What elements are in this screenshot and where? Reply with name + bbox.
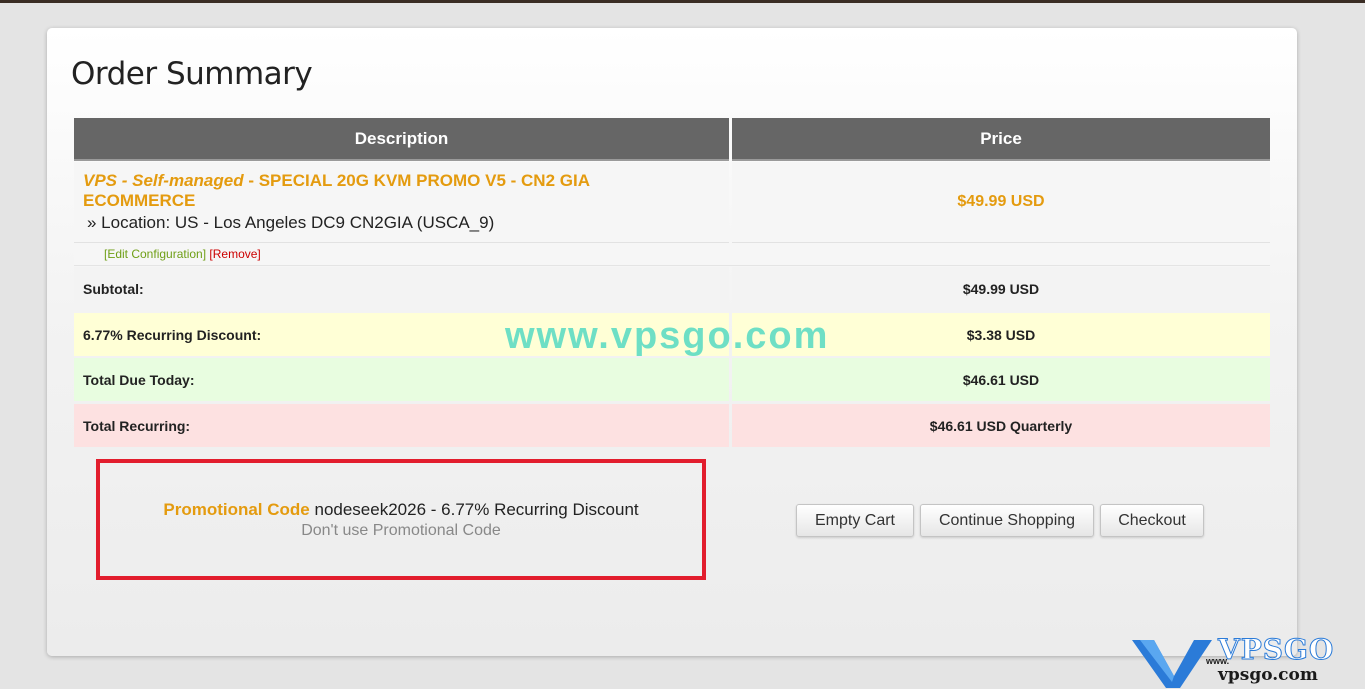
- promo-code-line: Promotional Code nodeseek2026 - 6.77% Re…: [163, 500, 638, 520]
- promo-code-detail: nodeseek2026 - 6.77% Recurring Discount: [309, 499, 639, 519]
- total-recurring-row: Total Recurring: $46.61 USD Quarterly: [74, 404, 1270, 447]
- product-description-cell: VPS - Self-managed - SPECIAL 20G KVM PRO…: [74, 162, 729, 243]
- product-group: VPS - Self-managed: [83, 171, 244, 190]
- empty-cart-button[interactable]: Empty Cart: [796, 504, 914, 537]
- promo-code-highlight-box: Promotional Code nodeseek2026 - 6.77% Re…: [96, 459, 706, 580]
- product-location: » Location: US - Los Angeles DC9 CN2GIA …: [87, 213, 495, 232]
- promo-code-label: Promotional Code: [163, 499, 310, 519]
- subtotal-label: Subtotal:: [74, 267, 729, 310]
- order-summary-panel: Order Summary Description Price VPS - Se…: [47, 28, 1297, 656]
- product-separator: -: [243, 171, 259, 190]
- total-recurring-value: $46.61 USD Quarterly: [732, 404, 1270, 447]
- remove-link[interactable]: [Remove]: [209, 247, 260, 261]
- total-due-value: $46.61 USD: [732, 358, 1270, 401]
- total-recurring-label: Total Recurring:: [74, 404, 729, 447]
- column-header-price: Price: [732, 118, 1270, 161]
- total-due-label: Total Due Today:: [74, 358, 729, 401]
- top-bar: [0, 0, 1365, 3]
- remove-promo-code-link[interactable]: Don't use Promotional Code: [301, 522, 501, 540]
- subtotal-value: $49.99 USD: [732, 267, 1270, 310]
- product-actions-row: [Edit Configuration] [Remove]: [74, 243, 1270, 266]
- continue-shopping-button[interactable]: Continue Shopping: [920, 504, 1094, 537]
- vpsgo-logo: VPSGO www. vpsgo.com: [1132, 633, 1358, 688]
- product-name: VPS - Self-managed - SPECIAL 20G KVM PRO…: [83, 171, 683, 211]
- subtotal-row: Subtotal: $49.99 USD: [74, 267, 1270, 310]
- total-due-row: Total Due Today: $46.61 USD: [74, 358, 1270, 401]
- page-title: Order Summary: [71, 56, 313, 92]
- product-price: $49.99 USD: [732, 162, 1270, 243]
- logo-url-text: vpsgo.com: [1218, 665, 1318, 685]
- logo-v-icon: [1132, 640, 1212, 688]
- watermark-text: www.vpsgo.com: [505, 315, 830, 357]
- column-header-description: Description: [74, 118, 729, 161]
- logo-brand-text: VPSGO: [1217, 633, 1335, 667]
- edit-configuration-link[interactable]: [Edit Configuration]: [104, 247, 206, 261]
- checkout-button[interactable]: Checkout: [1100, 504, 1204, 537]
